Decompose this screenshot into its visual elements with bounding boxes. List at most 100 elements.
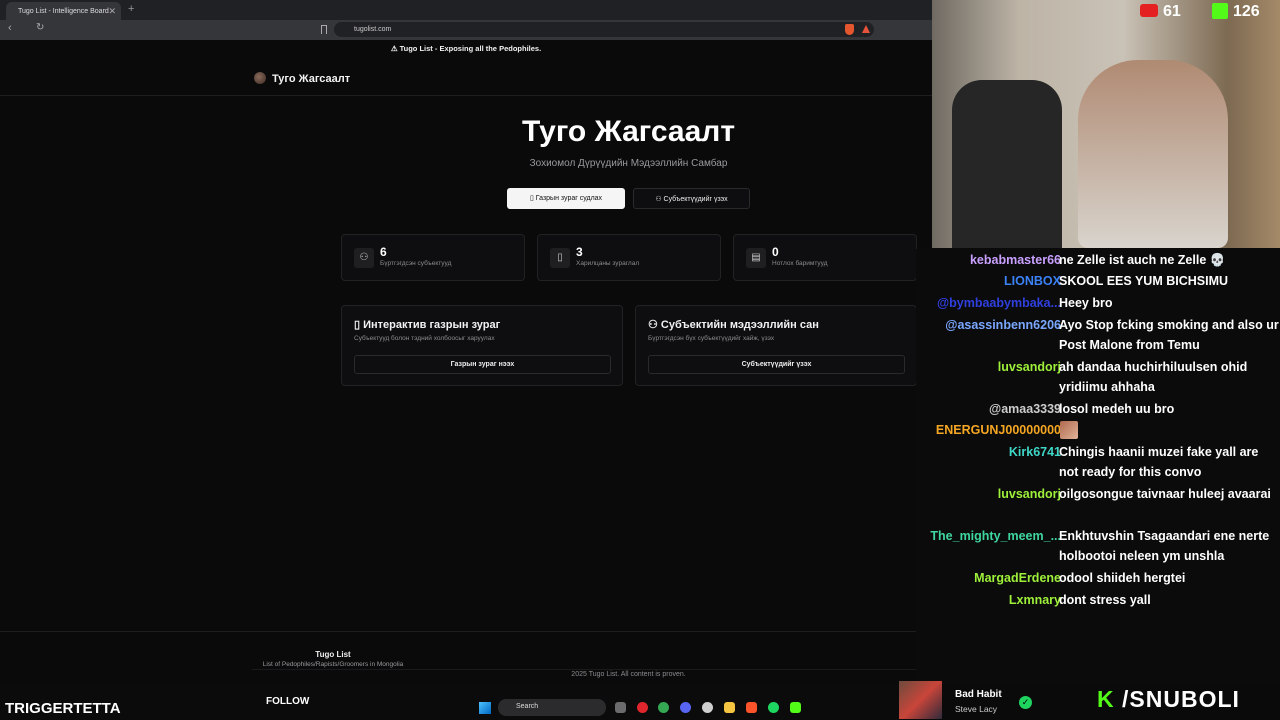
brand-name: Туго Жагсаалт <box>272 73 351 85</box>
album-art <box>899 681 942 719</box>
chat-text: Chingis haanii muzei fake yall are not r… <box>1059 445 1259 479</box>
bookmark-icon[interactable] <box>321 25 327 34</box>
chat-message: ENERGUNJ00000000 <box>916 420 1280 440</box>
chat-text: dont stress yall <box>1059 593 1151 607</box>
browser-tab-bar: Tugo List - Intelligence Board ✕ + <box>0 0 932 20</box>
chat-text: Enkhtuvshin Tsagaandari ene nerte holboo… <box>1059 529 1270 563</box>
discord-icon[interactable] <box>680 702 691 713</box>
brand-logo-icon <box>254 72 266 84</box>
chat-message: LIONBOX SKOOL EES YUM BICHSIMU <box>916 271 1280 291</box>
card-subtitle: Бүртгэгдсэн бүх субъектүүдийг хайж, үзэх <box>648 335 775 342</box>
chat-text: odool shiideh hergtei <box>1059 571 1186 585</box>
view-subjects-button[interactable]: ⚇ Субъектүүдийг үзэх <box>633 188 750 209</box>
chat-text: SKOOL EES YUM BICHSIMU <box>1059 274 1229 288</box>
chat-username[interactable]: @bymbaabymbaka... <box>937 293 1061 313</box>
stat-value: 0 <box>772 245 779 259</box>
chat-message: MargadErdene odool shiideh hergtei <box>916 568 1280 588</box>
kick-app-icon[interactable] <box>790 702 801 713</box>
chat-text: oilgosongue taivnaar huleej avaarai <box>1059 487 1271 501</box>
page-subtitle: Зохиомол Дүрүүдийн Мэдээллийн Самбар <box>529 158 728 169</box>
now-playing-title: Bad Habit <box>955 689 1002 700</box>
chat-username[interactable]: Lxmnary <box>1009 590 1061 610</box>
card-subject-database: ⚇ Субъектийн мэдээллийн сан Бүртгэгдсэн … <box>635 305 917 386</box>
chat-username[interactable]: @amaa3339 <box>989 399 1061 419</box>
url-field[interactable]: tugolist.com <box>334 22 874 37</box>
chat-message: @asassinbenn6206 Ayo Stop fcking smoking … <box>916 315 1280 355</box>
brave-icon[interactable] <box>746 702 757 713</box>
brand-link[interactable]: Туго Жагсаалт <box>254 72 350 85</box>
chat-username[interactable]: luvsandorj <box>998 357 1061 377</box>
chat-message: luvsandorj oilgosongue taivnaar huleej av… <box>916 484 1280 524</box>
file-explorer-icon[interactable] <box>724 702 735 713</box>
chat-username[interactable]: MargadErdene <box>974 568 1061 588</box>
follow-label: FOLLOW <box>266 696 310 707</box>
page-title: Туго Жагсаалт <box>521 115 736 148</box>
stat-label: Бүртгэгдсэн субъектууд <box>380 260 452 267</box>
chat-message: @bymbaabymbaka... Heey bro <box>916 293 1280 313</box>
reload-icon[interactable]: ↻ <box>36 22 44 33</box>
now-playing-artist: Steve Lacy <box>955 704 998 714</box>
streamer-name: TRIGGERTETTA <box>5 700 121 717</box>
users-icon: ⚇ <box>655 196 664 203</box>
close-icon[interactable]: ✕ <box>108 6 116 17</box>
users-icon: ⚇ <box>354 248 374 268</box>
new-tab-button[interactable]: + <box>128 3 134 15</box>
opera-icon[interactable] <box>637 702 648 713</box>
chat-username[interactable]: Kirk6741 <box>1009 442 1061 462</box>
footer-copyright: 2025 Tugo List. All content is proven. <box>571 671 686 678</box>
view-subjects-card-button[interactable]: Субъектүүдийг үзэх <box>648 355 905 374</box>
kick-icon <box>1212 3 1228 19</box>
kick-handle: /SNUBOLI <box>1122 686 1240 712</box>
stat-value: 6 <box>380 245 387 259</box>
nav-divider <box>0 95 932 96</box>
view-subjects-label: Субъектүүдийг үзэх <box>663 196 728 203</box>
taskbar-search[interactable]: Search <box>498 699 606 716</box>
search-label: Search <box>516 703 539 710</box>
youtube-icon <box>1140 4 1158 17</box>
chat-text: ah dandaa huchirhiluulsen ohid yridiimu … <box>1059 360 1248 394</box>
brave-shield-icon[interactable] <box>845 24 854 35</box>
chat-message: Lxmnary dont stress yall <box>916 590 1280 610</box>
brave-rewards-icon[interactable] <box>862 25 870 33</box>
back-icon[interactable]: ‹ <box>8 22 12 34</box>
chrome-icon[interactable] <box>658 702 669 713</box>
chat-username[interactable]: kebabmaster66 <box>970 250 1061 270</box>
explore-map-label: Газрын зураг судлах <box>535 195 603 202</box>
browser-tab[interactable]: Tugo List - Intelligence Board ✕ <box>6 2 121 20</box>
stat-card-maps: ▯ 3 Харилцаны зураглал <box>537 234 721 281</box>
chat-username[interactable]: The_mighty_meem_... <box>930 526 1061 546</box>
steam-icon[interactable] <box>702 702 713 713</box>
kick-k-icon: K <box>1097 686 1115 712</box>
check-icon: ✓ <box>1019 696 1032 709</box>
stat-card-evidence: ▤ 0 Нотлох баримтууд <box>733 234 917 281</box>
kick-viewer-count: 126 <box>1233 3 1260 20</box>
chat-message: The_mighty_meem_... Enkhtuvshin Tsagaanda… <box>916 526 1280 566</box>
chat-username[interactable]: luvsandorj <box>998 484 1061 504</box>
chat-text: losol medeh uu bro <box>1059 402 1175 416</box>
chat-username[interactable]: LIONBOX <box>1004 271 1061 291</box>
card-title: ⚇ Субъектийн мэдээллийн сан <box>648 319 819 331</box>
explore-map-button[interactable]: ▯ Газрын зураг судлах <box>507 188 625 209</box>
tab-title: Tugo List - Intelligence Board <box>18 8 109 15</box>
open-map-button[interactable]: Газрын зураг нээх <box>354 355 611 374</box>
windows-start-icon[interactable] <box>479 702 491 714</box>
emote-icon <box>1060 421 1078 439</box>
webcam-chair <box>952 80 1062 248</box>
card-title: ▯ Интерактив газрын зураг <box>354 319 501 331</box>
kick-handle-banner: K /SNUBOLI <box>1097 686 1240 713</box>
chat-message: luvsandorj ah dandaa huchirhiluulsen ohid… <box>916 357 1280 397</box>
stat-value: 3 <box>576 245 583 259</box>
footer-title: Tugo List <box>315 650 351 659</box>
chat-username[interactable]: ENERGUNJ00000000 <box>936 420 1061 440</box>
task-view-icon[interactable] <box>615 702 626 713</box>
chat-text: ne Zelle ist auch ne Zelle 💀 <box>1059 253 1226 267</box>
chat-message: Kirk6741 Chingis haanii muzei fake yall a… <box>916 442 1280 482</box>
chat-username[interactable]: @asassinbenn6206 <box>945 315 1061 335</box>
footer-subtitle: List of Pedophiles/Rapists/Groomers in M… <box>262 661 404 668</box>
stat-label: Нотлох баримтууд <box>772 260 828 267</box>
spotify-icon[interactable] <box>768 702 779 713</box>
chat-text: Heey bro <box>1059 296 1113 310</box>
chat-text: Ayo Stop fcking smoking and also ur Post… <box>1059 318 1279 352</box>
stat-label: Харилцаны зураглал <box>576 260 640 267</box>
card-interactive-map: ▯ Интерактив газрын зураг Субъектууд бол… <box>341 305 623 386</box>
